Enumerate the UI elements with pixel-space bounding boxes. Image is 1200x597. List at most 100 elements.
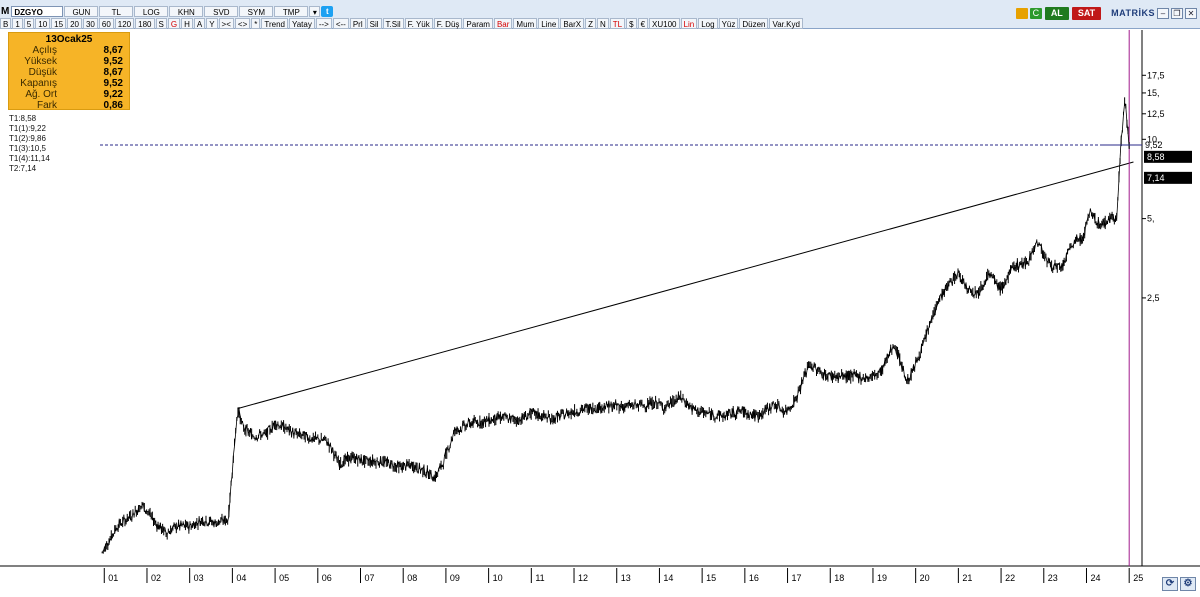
price-segment [452, 431, 455, 439]
price-segment [805, 367, 808, 376]
price-segment [965, 282, 968, 292]
price-segment [449, 440, 452, 446]
price-segment [891, 346, 894, 352]
price-segment [778, 402, 781, 411]
price-segment [655, 399, 658, 403]
info-row: Ağ. Ort 9,22 [9, 89, 129, 100]
price-segment [1121, 114, 1124, 131]
price-segment [189, 522, 192, 526]
level-item: T1(4):11,14 [9, 154, 50, 163]
level-item: T1(1):9,22 [9, 124, 46, 133]
settings-icon[interactable]: ⚙ [1180, 577, 1196, 591]
price-segment [1116, 200, 1119, 220]
price-segment [426, 467, 429, 479]
info-rows: Açılış 8,67 Yüksek 9,52 Düşük 8,67 Kapanış 9,52… [9, 45, 129, 111]
price-segment [1118, 158, 1121, 181]
x-tick-label: 11 [535, 573, 544, 583]
price-segment [405, 460, 408, 471]
price-segment [227, 516, 230, 522]
price-segment [484, 419, 486, 421]
info-row: Açılış 8,67 [9, 45, 129, 56]
x-tick-label: 20 [920, 573, 930, 583]
info-row: Kapanış 9,52 [9, 78, 129, 89]
price-segment [618, 404, 621, 407]
x-tick-label: 13 [621, 573, 631, 583]
price-segment [437, 468, 440, 474]
x-tick-label: 19 [877, 573, 887, 583]
price-segment [796, 390, 799, 401]
price-segment [643, 405, 646, 410]
price-segment [634, 400, 637, 407]
price-segment [421, 467, 423, 470]
price-segment [617, 403, 620, 406]
price-segment [164, 527, 167, 534]
price-segment [1045, 256, 1048, 263]
price-segment [448, 445, 451, 451]
x-tick-label: 17 [792, 573, 802, 583]
price-segment [461, 422, 464, 432]
y-tick-label: 12,5 [1147, 109, 1165, 119]
price-segment [188, 522, 191, 531]
price-segment [525, 412, 528, 421]
price-segment [927, 325, 930, 330]
price-segment [914, 359, 917, 370]
price-segment [546, 416, 549, 420]
info-label: Fark [37, 100, 57, 111]
y-tick-label: 2,5 [1147, 293, 1160, 303]
price-label: 7,14 [1147, 173, 1165, 183]
price-segment [325, 436, 328, 446]
price-segment [701, 411, 703, 413]
x-tick-label: 21 [962, 573, 972, 583]
y-tick-label: 15, [1147, 88, 1160, 98]
price-segment [252, 435, 255, 438]
price-segment [526, 416, 529, 421]
price-segment [729, 410, 732, 418]
info-value: 0,86 [103, 100, 123, 111]
x-tick-label: 07 [365, 573, 375, 583]
price-segment [802, 376, 805, 382]
price-segment [958, 270, 961, 280]
x-tick-label: 15 [706, 573, 716, 583]
price-segment [258, 431, 261, 437]
x-tick-label: 10 [493, 573, 503, 583]
price-segment [1034, 243, 1037, 251]
info-label: Kapanış [20, 78, 57, 89]
price-segment [306, 432, 308, 440]
y-tick-label: 17,5 [1147, 70, 1165, 80]
price-segment [868, 376, 871, 378]
level-item: T2:7,14 [9, 164, 37, 173]
info-value: 9,52 [103, 78, 123, 89]
price-segment [780, 409, 783, 411]
price-segment [113, 532, 115, 535]
sync-icon[interactable]: ⟳ [1162, 577, 1178, 591]
price-segment [234, 433, 237, 446]
price-segment [599, 402, 602, 413]
price-segment [638, 401, 641, 407]
price-segment [236, 414, 239, 420]
info-date: 13Ocak25 [45, 34, 93, 45]
price-segment [712, 412, 715, 418]
x-tick-label: 22 [1005, 573, 1015, 583]
info-label: Yüksek [24, 56, 57, 67]
x-tick-label: 12 [578, 573, 588, 583]
price-segment [714, 417, 717, 421]
info-value: 9,52 [103, 56, 123, 67]
price-segment [642, 404, 645, 406]
price-segment [335, 454, 338, 463]
price-segment [963, 280, 966, 287]
price-segment [923, 336, 926, 342]
price-segment [418, 463, 421, 472]
price-segment [133, 511, 136, 517]
price-segment [466, 419, 469, 427]
x-tick-label: 03 [194, 573, 204, 583]
info-row: Fark 0,86 [9, 100, 129, 111]
price-label: 9,52 [1145, 140, 1163, 150]
price-segment [329, 443, 332, 451]
price-segment [319, 439, 322, 443]
info-label: Açılış [32, 45, 57, 56]
price-segment [716, 411, 719, 417]
price-segment [792, 406, 794, 408]
price-segment [902, 366, 905, 376]
price-segment [590, 405, 593, 414]
price-chart[interactable]: 01 02 03 04 05 06 07 08 09 10 11 12 13 14 15 16 17 18 19 20… [0, 0, 1200, 597]
